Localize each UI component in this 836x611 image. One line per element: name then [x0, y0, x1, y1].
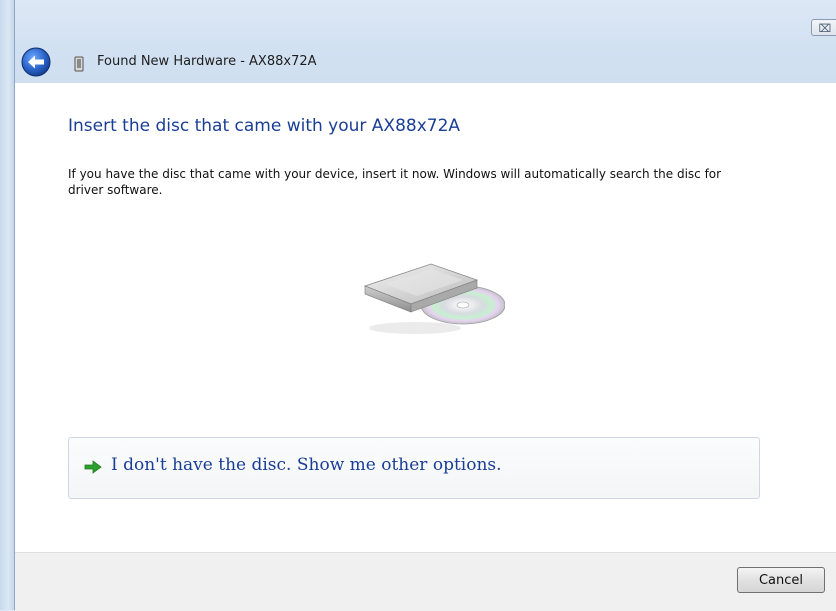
found-new-hardware-dialog: ⌧ Found New Hardware - AX88x72A Insert t… — [14, 0, 836, 611]
hardware-device-icon — [74, 56, 84, 72]
title-bar: ⌧ Found New Hardware - AX88x72A — [15, 0, 836, 83]
back-arrow-icon — [21, 47, 51, 77]
close-button[interactable]: ⌧ — [811, 19, 836, 36]
window-frame-left — [0, 0, 14, 610]
close-icon: ⌧ — [818, 22, 832, 35]
no-disc-option-label: I don't have the disc. Show me other opt… — [111, 455, 502, 475]
page-heading: Insert the disc that came with your AX88… — [68, 116, 461, 136]
green-arrow-icon — [84, 460, 102, 474]
disc-drive-icon — [363, 263, 505, 334]
cancel-button[interactable]: Cancel — [737, 567, 825, 593]
dialog-footer: Cancel — [15, 552, 836, 611]
page-description: If you have the disc that came with your… — [68, 167, 722, 197]
no-disc-option[interactable]: I don't have the disc. Show me other opt… — [68, 437, 760, 499]
window-title: Found New Hardware - AX88x72A — [97, 54, 317, 69]
back-button[interactable] — [21, 47, 51, 77]
